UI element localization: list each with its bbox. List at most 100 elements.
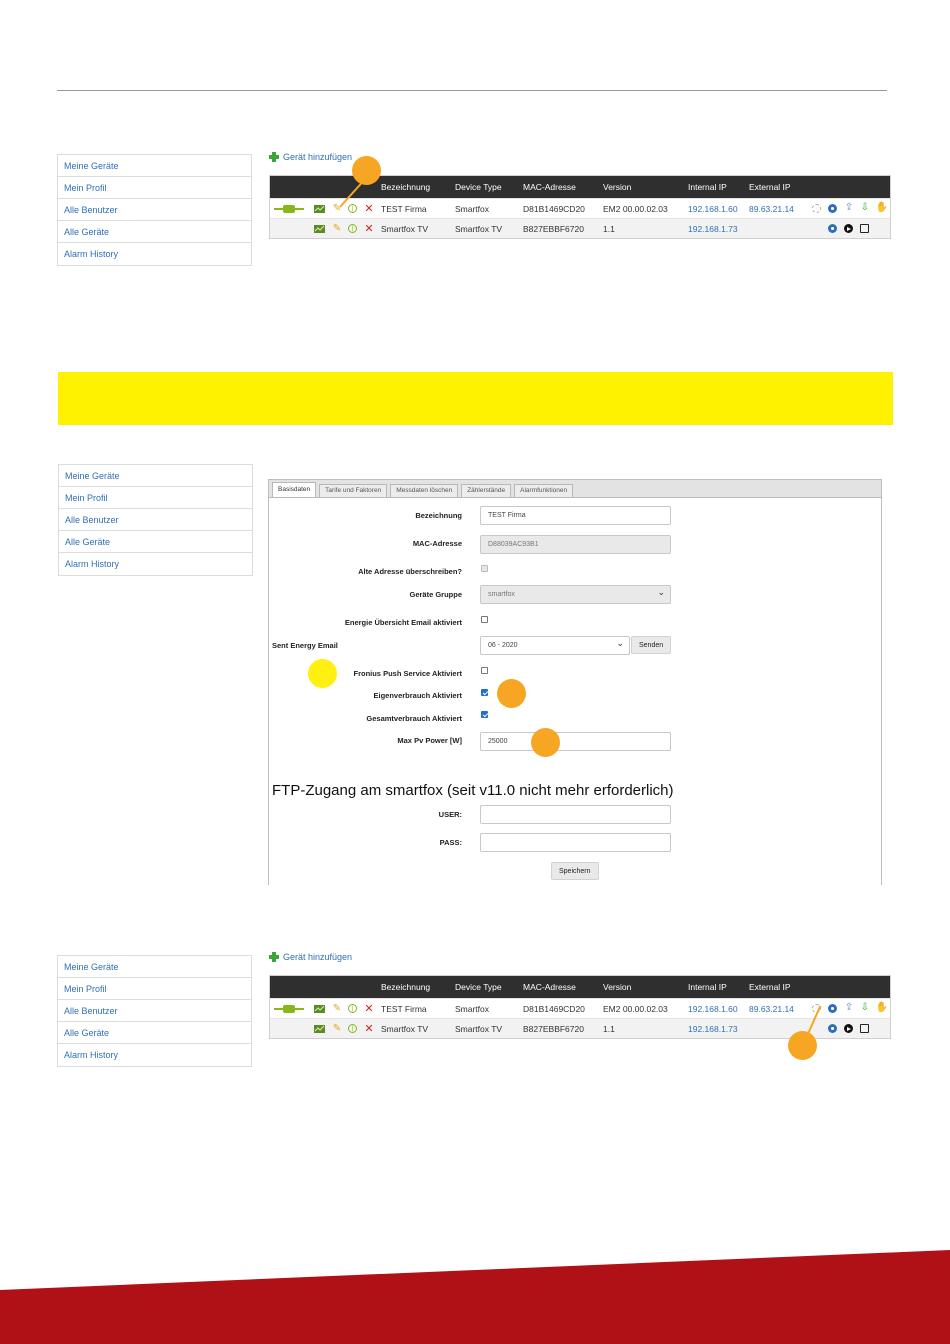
statistics-icon[interactable] [314, 205, 325, 213]
bezeichnung-input[interactable]: TEST Firma [480, 506, 671, 525]
sidebar-item-alle-geraete[interactable]: Alle Geräte [58, 221, 251, 243]
sidebar-item-alle-geraete[interactable]: Alle Geräte [59, 531, 252, 553]
edit-pencil-icon[interactable]: ✎ [332, 1004, 342, 1014]
delete-icon[interactable]: ✕ [364, 1024, 374, 1035]
device-type: Smartfox [455, 1003, 490, 1014]
device-type: Smartfox TV [455, 223, 503, 234]
delete-icon[interactable]: ✕ [364, 204, 374, 215]
highlight-banner [58, 372, 893, 425]
device-mac: B827EBBF6720 [523, 223, 584, 234]
power-icon[interactable]: | [348, 204, 357, 213]
sidebar-item-alle-benutzer[interactable]: Alle Benutzer [58, 199, 251, 221]
add-device-link[interactable]: Gerät hinzufügen [269, 952, 352, 962]
internal-ip-link[interactable]: 192.168.1.60 [688, 204, 738, 214]
sidebar-item-meine-geraete[interactable]: Meine Geräte [59, 465, 252, 487]
sidebar-item-mein-profil[interactable]: Mein Profil [58, 177, 251, 199]
hand-icon[interactable]: ✋ [876, 1003, 888, 1013]
sidebar-nav-2: Meine Geräte Mein Profil Alle Benutzer A… [58, 464, 253, 576]
tab-zaehlerstaende[interactable]: Zählerstände [461, 484, 512, 497]
download-icon[interactable]: ⇩ [860, 203, 870, 213]
internal-ip-link[interactable]: 192.168.1.73 [688, 1024, 738, 1034]
sidebar-item-alarm-history[interactable]: Alarm History [58, 1044, 251, 1066]
group-select: smartfox [480, 584, 671, 604]
sidebar-item-alarm-history[interactable]: Alarm History [58, 243, 251, 265]
col-external-ip: External IP [749, 982, 791, 992]
callout-marker-max-pv [531, 728, 560, 757]
delete-icon[interactable]: ✕ [364, 1004, 374, 1015]
upload-icon[interactable]: ⇪ [844, 1003, 854, 1013]
settings-icon[interactable] [828, 1004, 837, 1013]
device-version: EM2 00.00.02.03 [603, 203, 668, 214]
mac-input: D88039AC93B1 [480, 535, 671, 554]
user-input[interactable] [480, 805, 671, 824]
download-icon[interactable]: ⇩ [860, 1003, 870, 1013]
external-ip-link[interactable]: 89.63.21.14 [749, 1004, 794, 1014]
power-icon[interactable]: | [348, 1024, 357, 1033]
pass-input[interactable] [480, 833, 671, 852]
save-button[interactable]: Speichern [551, 862, 599, 880]
group-value: smartfox [488, 591, 515, 598]
external-ip-link[interactable]: 89.63.21.14 [749, 204, 794, 214]
statistics-icon[interactable] [314, 1005, 325, 1013]
edit-pencil-icon[interactable]: ✎ [332, 1024, 342, 1034]
sidebar-item-meine-geraete[interactable]: Meine Geräte [58, 155, 251, 177]
internal-ip-link[interactable]: 192.168.1.73 [688, 224, 738, 234]
play-icon[interactable] [844, 1024, 853, 1033]
copy-icon[interactable] [860, 1024, 869, 1033]
max-pv-input[interactable]: 25000 [480, 732, 671, 751]
gesamtverbrauch-checkbox[interactable] [481, 711, 488, 718]
device-table-2: Bezeichnung Device Type MAC-Adresse Vers… [269, 975, 891, 1039]
footer-band [0, 1250, 950, 1344]
settings-icon[interactable] [828, 224, 837, 233]
group-label: Geräte Gruppe [409, 590, 462, 599]
upload-icon[interactable]: ⇪ [844, 203, 854, 213]
power-icon[interactable]: | [348, 224, 357, 233]
delete-icon[interactable]: ✕ [364, 224, 374, 235]
sent-email-select[interactable]: 06 - 2020 [480, 635, 630, 655]
copy-icon[interactable] [860, 224, 869, 233]
overwrite-checkbox [481, 565, 488, 572]
energy-email-checkbox[interactable] [481, 616, 488, 623]
eigenverbrauch-checkbox[interactable] [481, 689, 488, 696]
senden-button[interactable]: Senden [631, 636, 672, 654]
callout-marker-eigenverbrauch [497, 679, 526, 708]
col-internal-ip: Internal IP [688, 982, 727, 992]
tab-basisdaten[interactable]: Basisdaten [272, 482, 317, 497]
statistics-icon[interactable] [314, 1025, 325, 1033]
settings-icon[interactable] [828, 1024, 837, 1033]
fronius-checkbox[interactable] [481, 667, 488, 674]
power-icon[interactable]: | [348, 1004, 357, 1013]
add-device-link[interactable]: Gerät hinzufügen [269, 152, 352, 162]
bezeichnung-label: Bezeichnung [415, 511, 462, 520]
tab-alarmfunktionen[interactable]: Alarmfunktionen [514, 484, 574, 497]
sidebar-item-alle-geraete[interactable]: Alle Geräte [58, 1022, 251, 1044]
pass-label: PASS: [439, 838, 462, 847]
settings-icon[interactable] [828, 204, 837, 213]
hand-icon[interactable]: ✋ [876, 203, 888, 213]
internal-ip-link[interactable]: 192.168.1.60 [688, 1004, 738, 1014]
sidebar-item-alle-benutzer[interactable]: Alle Benutzer [58, 1000, 251, 1022]
col-bezeichnung: Bezeichnung [381, 982, 431, 992]
sidebar-item-alle-benutzer[interactable]: Alle Benutzer [59, 509, 252, 531]
statistics-icon[interactable] [314, 225, 325, 233]
refresh-icon[interactable] [812, 204, 821, 213]
overwrite-label: Alte Adresse überschreiben? [358, 567, 462, 576]
play-icon[interactable] [844, 224, 853, 233]
sidebar-item-mein-profil[interactable]: Mein Profil [58, 978, 251, 1000]
add-device-label: Gerät hinzufügen [283, 152, 353, 162]
add-device-label: Gerät hinzufügen [283, 952, 353, 962]
device-type: Smartfox TV [455, 1023, 503, 1034]
device-mac: D81B1469CD20 [523, 203, 585, 214]
sidebar-item-mein-profil[interactable]: Mein Profil [59, 487, 252, 509]
tab-messdaten-loeschen[interactable]: Messdaten löschen [390, 484, 459, 497]
sidebar-item-meine-geraete[interactable]: Meine Geräte [58, 956, 251, 978]
max-pv-label: Max Pv Power [W] [397, 736, 462, 745]
fronius-label: Fronius Push Service Aktiviert [353, 669, 462, 678]
sidebar-item-alarm-history[interactable]: Alarm History [59, 553, 252, 575]
device-settings-panel: Basisdaten Tarife und Faktoren Messdaten… [268, 479, 882, 885]
device-mac: B827EBBF6720 [523, 1023, 584, 1034]
top-divider [57, 90, 887, 91]
edit-pencil-icon[interactable]: ✎ [332, 224, 342, 234]
plus-icon [269, 152, 279, 162]
tab-tarife[interactable]: Tarife und Faktoren [319, 484, 388, 497]
